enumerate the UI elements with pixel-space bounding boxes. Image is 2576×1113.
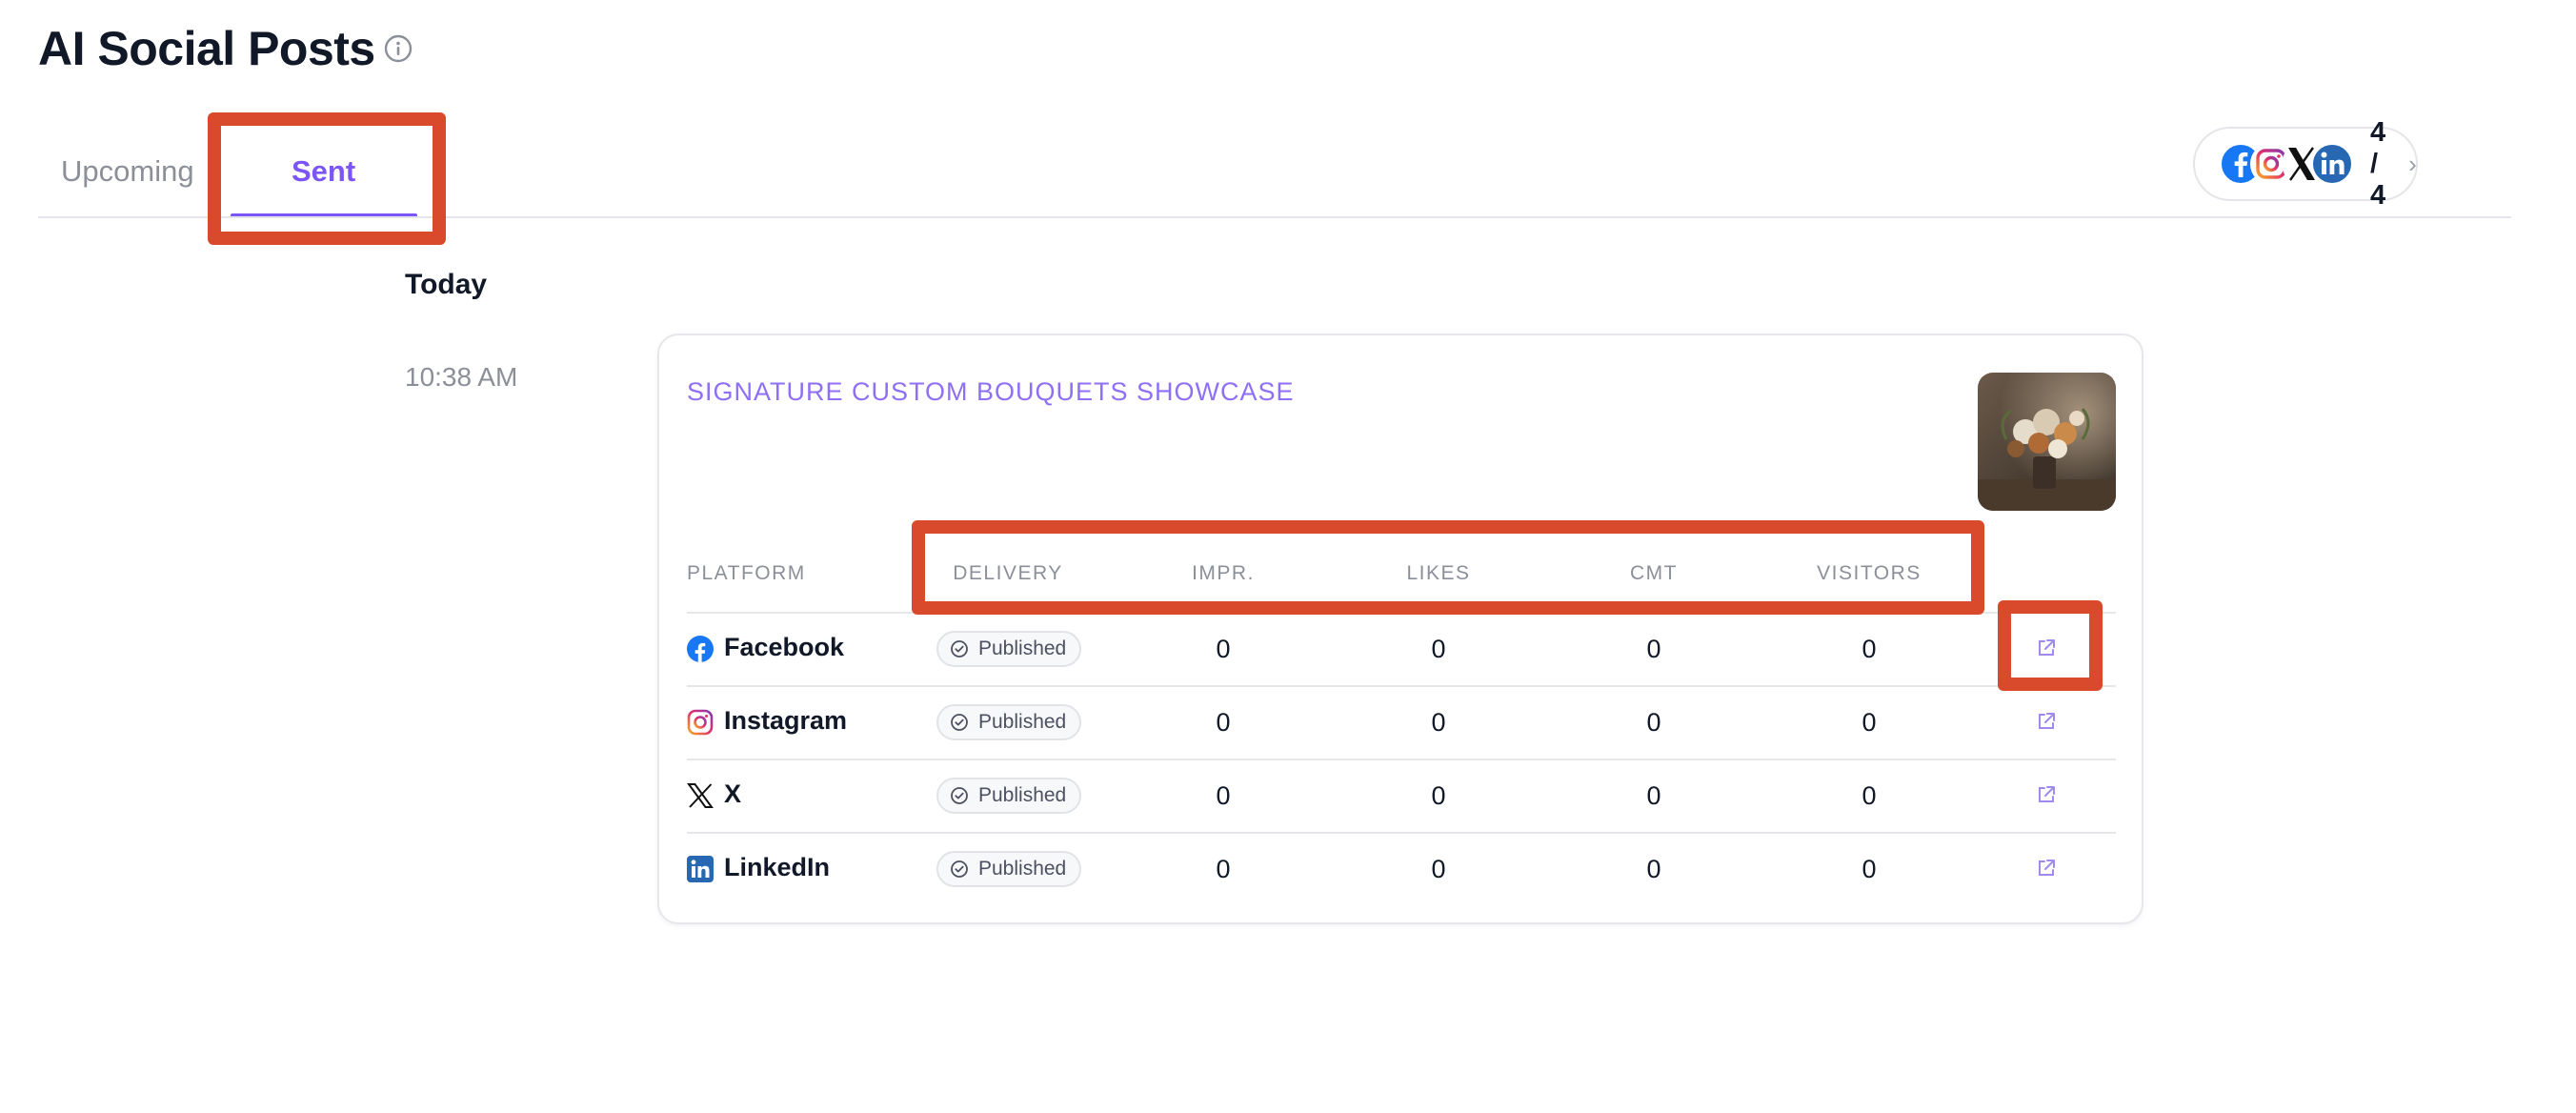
- tab-sent[interactable]: Sent: [292, 154, 355, 189]
- platform-name: X: [724, 779, 742, 808]
- chevron-right-icon: ›: [2408, 149, 2417, 178]
- accounts-count: 4 / 4: [2370, 116, 2386, 211]
- column-header-platform: PLATFORM: [687, 562, 806, 584]
- platform-name: LinkedIn: [724, 853, 831, 881]
- status-badge: Published: [936, 851, 1082, 887]
- linkedin-icon: [2311, 143, 2353, 185]
- post-time: 10:38 AM: [405, 362, 518, 392]
- row-divider: [687, 832, 2116, 834]
- tabs-divider: [38, 216, 2511, 218]
- status-badge-label: Published: [978, 784, 1067, 806]
- external-link-icon[interactable]: [2035, 783, 2058, 806]
- comments-value: 0: [1646, 855, 1661, 883]
- table-header-divider: [687, 612, 2116, 614]
- visitors-value: 0: [1862, 855, 1877, 883]
- comments-value: 0: [1646, 635, 1661, 663]
- info-icon[interactable]: [383, 33, 413, 64]
- status-badge: Published: [936, 704, 1082, 740]
- comments-value: 0: [1646, 708, 1661, 737]
- check-circle-icon: [951, 787, 968, 804]
- page-title: AI Social Posts: [38, 22, 375, 75]
- platform-name: Instagram: [724, 706, 848, 735]
- facebook-icon: [687, 636, 714, 662]
- post-title[interactable]: SIGNATURE CUSTOM BOUQUETS SHOWCASE: [687, 377, 1295, 407]
- status-badge-label: Published: [978, 858, 1067, 880]
- external-link-icon[interactable]: [2035, 857, 2058, 880]
- visitors-value: 0: [1862, 781, 1877, 810]
- external-link-icon[interactable]: [2035, 710, 2058, 733]
- likes-value: 0: [1431, 708, 1446, 737]
- column-header-visitors: VISITORS: [1817, 562, 1922, 584]
- status-badge: Published: [936, 631, 1082, 667]
- external-link-icon[interactable]: [2035, 637, 2058, 659]
- impressions-value: 0: [1216, 781, 1231, 810]
- x-icon: [687, 782, 714, 809]
- status-badge: Published: [936, 778, 1082, 814]
- linkedin-icon: [687, 856, 714, 882]
- status-badge-label: Published: [978, 637, 1067, 659]
- likes-value: 0: [1431, 855, 1446, 883]
- instagram-icon: [687, 709, 714, 736]
- impressions-value: 0: [1216, 635, 1231, 663]
- comments-value: 0: [1646, 781, 1661, 810]
- check-circle-icon: [951, 714, 968, 731]
- visitors-value: 0: [1862, 708, 1877, 737]
- check-circle-icon: [951, 640, 968, 658]
- post-card: [657, 334, 2143, 924]
- tab-upcoming[interactable]: Upcoming: [61, 154, 194, 189]
- connected-accounts-button[interactable]: 4 / 4 ›: [2193, 117, 2418, 211]
- impressions-value: 0: [1216, 708, 1231, 737]
- column-header-delivery: DELIVERY: [953, 562, 1063, 584]
- impressions-value: 0: [1216, 855, 1231, 883]
- platform-name: Facebook: [724, 633, 845, 661]
- check-circle-icon: [951, 860, 968, 878]
- likes-value: 0: [1431, 635, 1446, 663]
- visitors-value: 0: [1862, 635, 1877, 663]
- row-divider: [687, 759, 2116, 760]
- column-header-likes: LIKES: [1406, 562, 1471, 584]
- column-header-impressions: IMPR.: [1192, 562, 1255, 584]
- post-thumbnail[interactable]: [1978, 373, 2116, 511]
- row-divider: [687, 685, 2116, 687]
- date-group-label: Today: [405, 269, 488, 300]
- likes-value: 0: [1431, 781, 1446, 810]
- column-header-comments: CMT: [1630, 562, 1678, 584]
- status-badge-label: Published: [978, 711, 1067, 733]
